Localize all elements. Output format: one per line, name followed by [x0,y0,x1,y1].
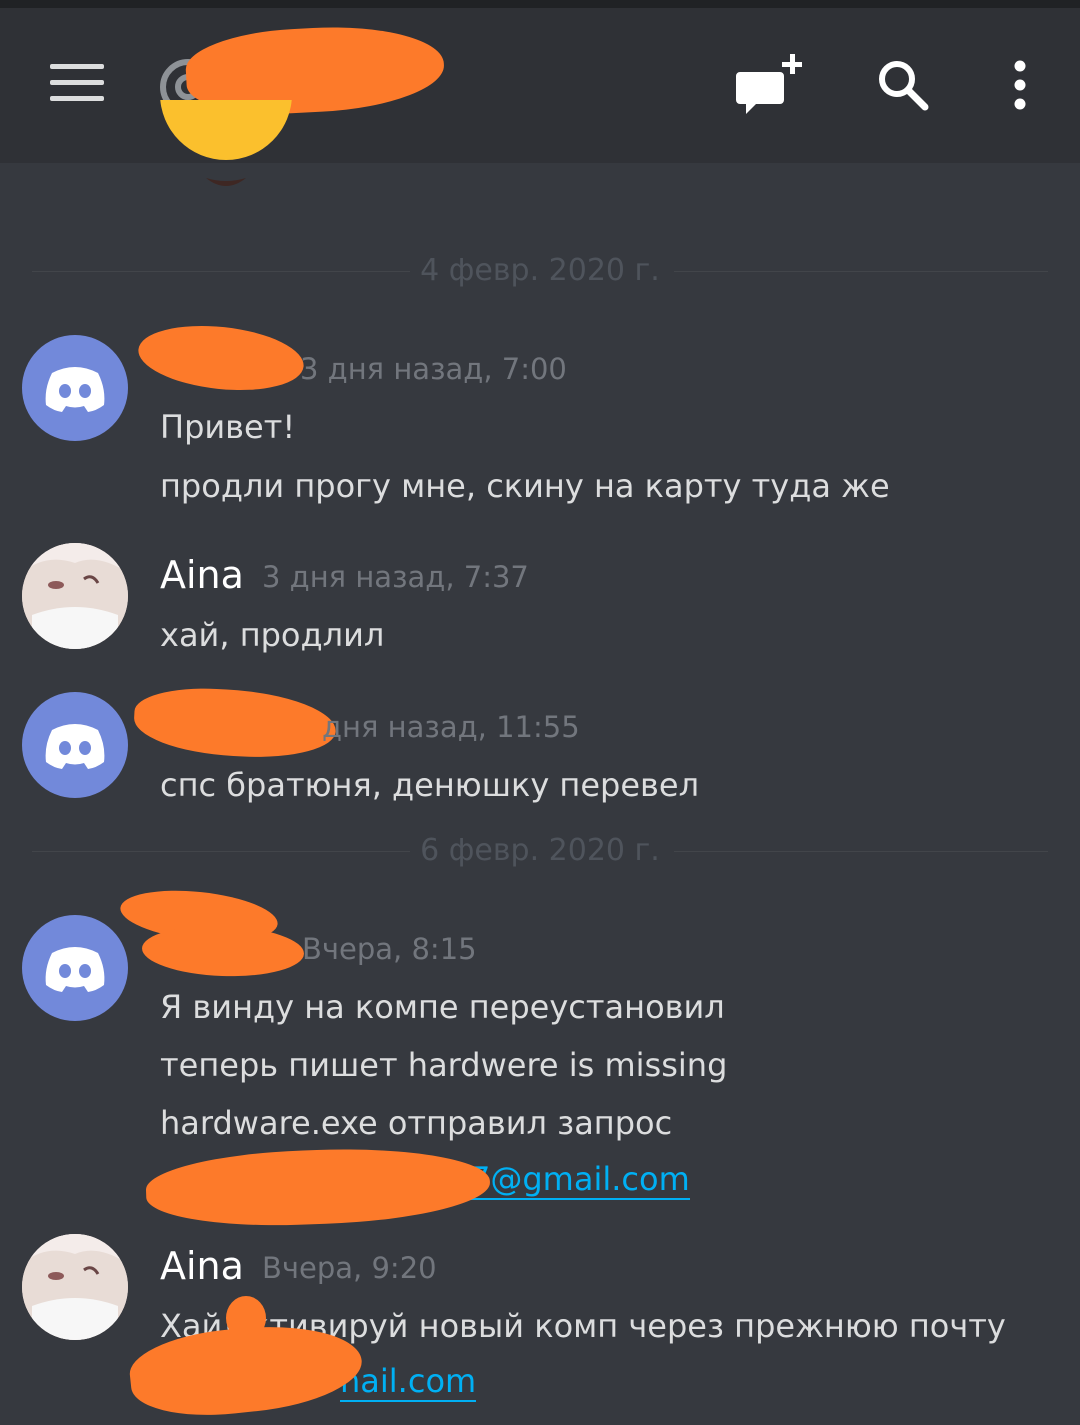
emoji-face-image [160,100,292,186]
avatar[interactable] [22,543,128,649]
date-separator: 4 февр. 2020 г. [32,253,1048,288]
avatar[interactable] [22,692,128,798]
message-text: продли прогу мне, скину на карту туда же [160,467,890,505]
message-text: хай, продлил [160,616,385,654]
message-author[interactable]: Aina [160,553,244,597]
new-message-icon[interactable] [734,50,808,120]
discord-logo-icon [45,724,105,769]
redacted-email [144,1144,492,1230]
message-author[interactable]: Aina [160,1244,244,1288]
user-photo-image [22,543,128,649]
message-timestamp: 3 дня назад, 7:00 [300,352,567,386]
email-link-text[interactable]: 7@gmail.com [470,1160,690,1200]
message-timestamp: дня назад, 11:55 [322,710,580,744]
message-text: теперь пишет hardwere is missing [160,1046,728,1084]
redacted-username [132,684,338,762]
email-link[interactable]: 7@gmail.com [470,1160,690,1200]
user-photo-image [22,1234,128,1340]
message-text: спс братюня, денюшку перевел [160,766,700,804]
discord-logo-icon [45,367,105,412]
message-text: Я винду на компе переустановил [160,988,725,1026]
message-text: Привет! [160,408,296,446]
message-text: hardware.exe отправил запрос [160,1104,673,1142]
redacted-username [135,318,307,398]
more-vertical-icon[interactable] [1008,60,1032,110]
avatar[interactable] [22,915,128,1021]
date-separator: 6 февр. 2020 г. [32,833,1048,868]
message-timestamp: Вчера, 9:20 [262,1251,437,1285]
status-strip [0,0,1080,8]
hamburger-menu-icon[interactable] [50,64,104,102]
message-text: ктивируй новый комп через прежнюю почту [250,1307,1006,1345]
search-icon[interactable] [876,58,930,112]
date-separator-label: 4 февр. 2020 г. [420,253,660,288]
avatar[interactable] [22,335,128,441]
date-separator-label: 6 февр. 2020 г. [420,833,660,868]
discord-logo-icon [45,947,105,992]
message-timestamp: 3 дня назад, 7:37 [262,560,529,594]
redacted-username [141,923,305,979]
message-timestamp: Вчера, 8:15 [302,932,477,966]
avatar[interactable] [22,1234,128,1340]
